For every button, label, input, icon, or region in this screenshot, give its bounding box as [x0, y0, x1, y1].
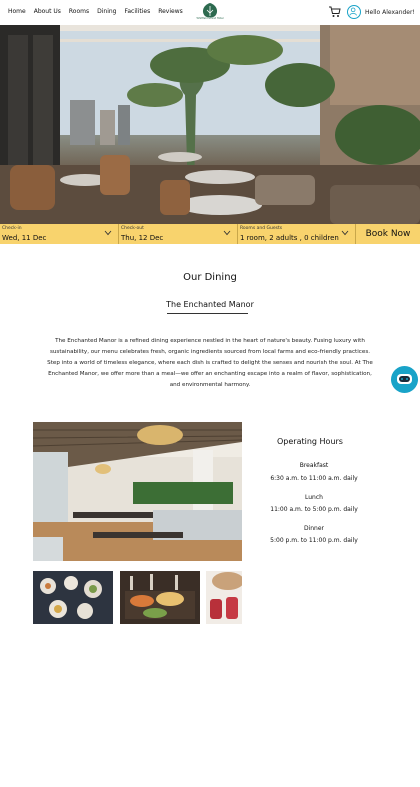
chevron-down-icon [341, 230, 349, 236]
checkout-label: Check-out [121, 226, 144, 231]
food-thumbnail[interactable] [33, 571, 113, 624]
nav-link-rooms[interactable]: Rooms [69, 8, 89, 15]
logo-text: Whitfield Grand Hotel [196, 17, 224, 20]
checkin-value: Wed, 11 Dec [2, 234, 47, 242]
nav-link-dining[interactable]: Dining [97, 8, 116, 15]
checkin-label: Check-in [2, 226, 22, 231]
food-thumbnail[interactable] [206, 571, 242, 624]
meal-name: Breakfast [299, 462, 329, 469]
hours-title: Operating Hours [277, 437, 343, 446]
section-title: Our Dining [183, 272, 237, 283]
checkout-field[interactable]: Check-out Thu, 12 Dec [119, 224, 238, 244]
restaurant-interior-image [33, 422, 242, 561]
meal-time: 11:00 a.m. to 5:00 p.m. daily [270, 506, 358, 513]
meal-name: Lunch [305, 494, 323, 501]
guests-value: 1 room, 2 adults , 0 children [240, 234, 339, 242]
food-thumbnail[interactable] [120, 571, 200, 624]
checkin-field[interactable]: Check-in Wed, 11 Dec [0, 224, 119, 244]
meal-time: 6:30 a.m. to 11:00 a.m. daily [270, 475, 358, 482]
nav-link-about[interactable]: About Us [34, 8, 61, 15]
nav-links: Home About Us Rooms Dining Facilities Re… [8, 8, 191, 15]
chevron-down-icon [104, 230, 112, 236]
checkout-value: Thu, 12 Dec [121, 234, 164, 242]
chevron-down-icon [223, 230, 231, 236]
chat-button[interactable] [391, 366, 418, 393]
user-icon[interactable] [347, 5, 361, 19]
nav-link-reviews[interactable]: Reviews [158, 8, 183, 15]
nav-link-home[interactable]: Home [8, 8, 26, 15]
guests-field[interactable]: Rooms and Guests 1 room, 2 adults , 0 ch… [238, 224, 355, 244]
cart-icon[interactable] [328, 5, 341, 18]
user-greeting[interactable]: Hello Alexander! [365, 9, 415, 16]
restaurant-name: The Enchanted Manor [166, 300, 254, 309]
hero-image [0, 25, 420, 224]
restaurant-description: The Enchanted Manor is a refined dining … [47, 338, 373, 388]
divider [167, 313, 248, 314]
booking-bar: Check-in Wed, 11 Dec Check-out Thu, 12 D… [0, 224, 420, 244]
chat-icon [397, 374, 412, 384]
meal-name: Dinner [303, 525, 325, 532]
top-nav: Home About Us Rooms Dining Facilities Re… [0, 0, 420, 25]
book-now-button[interactable]: Book Now [355, 224, 420, 244]
meal-time: 5:00 p.m. to 11:00 p.m. daily [270, 537, 358, 544]
guests-label: Rooms and Guests [240, 226, 283, 231]
nav-link-facilities[interactable]: Facilities [124, 8, 150, 15]
